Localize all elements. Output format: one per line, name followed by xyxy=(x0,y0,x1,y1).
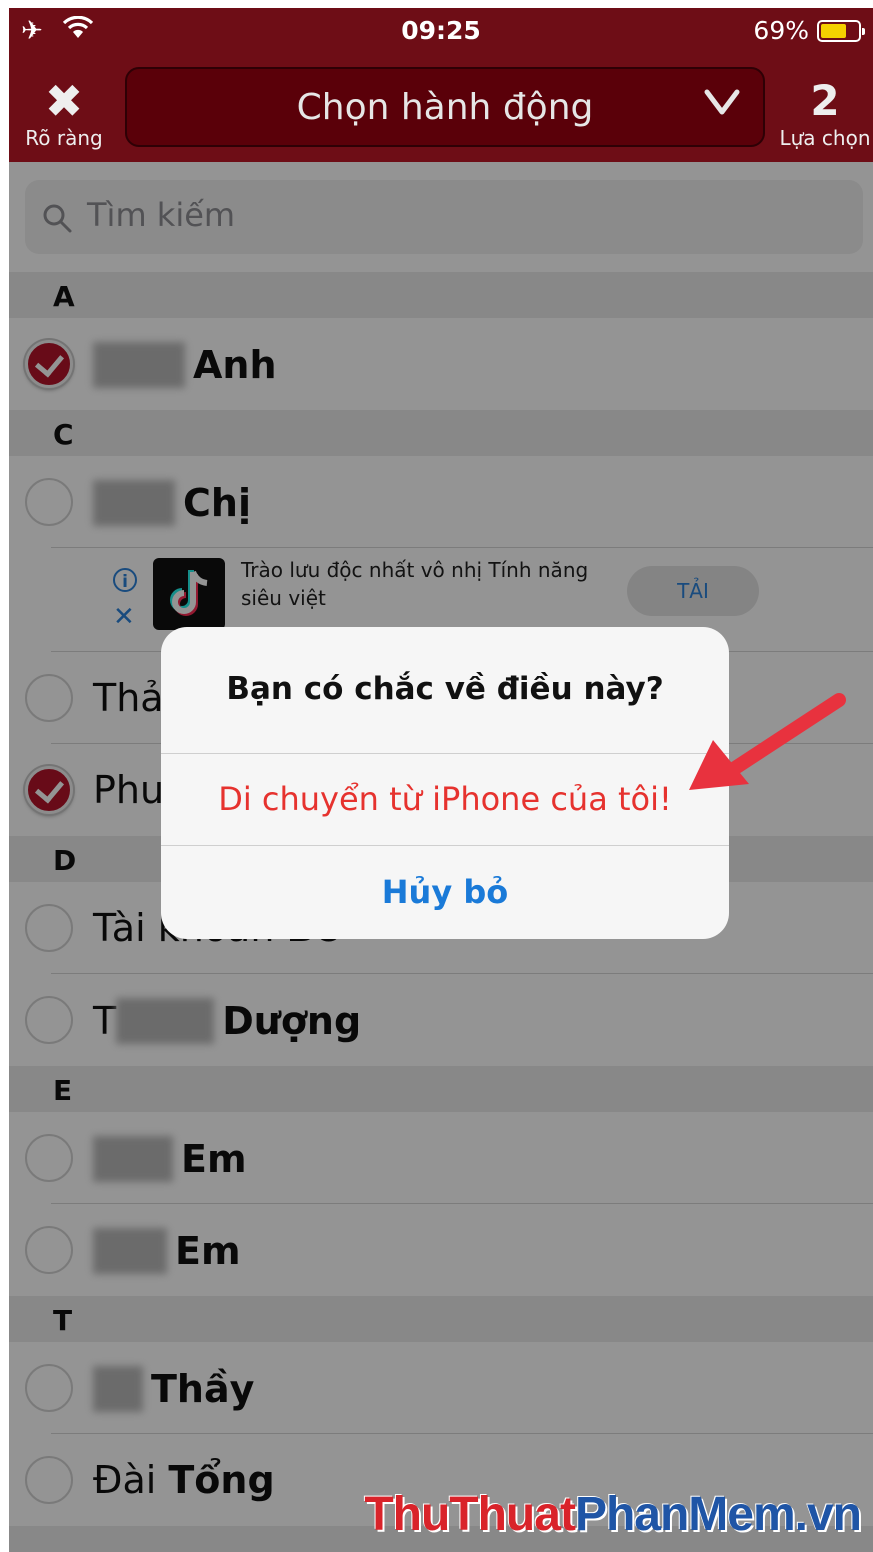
chevron-down-icon xyxy=(704,89,740,115)
close-icon: ✖ xyxy=(44,74,84,128)
battery-tip xyxy=(862,28,865,35)
status-bar: ✈ 09:25 69% xyxy=(9,8,873,56)
action-dropdown[interactable]: Chọn hành động xyxy=(125,67,765,147)
selection-label: Lựa chọn xyxy=(779,126,871,150)
dialog-title: Bạn có chắc về điều này? xyxy=(226,671,664,707)
selection-count: 2 xyxy=(810,76,840,125)
nav-bar: ✖ Rõ ràng Chọn hành động 2 Lựa chọn xyxy=(9,56,873,162)
clear-label: Rõ ràng xyxy=(25,126,103,150)
action-dropdown-title: Chọn hành động xyxy=(296,87,594,128)
confirm-dialog: Bạn có chắc về điều này? Di chuyển từ iP… xyxy=(161,627,729,939)
phone-screen: ✈ 09:25 69% ✖ Rõ ràng Chọn hành động 2 L… xyxy=(9,8,873,1552)
battery-icon xyxy=(817,20,865,42)
battery-percent: 69% xyxy=(753,16,809,45)
red-arrow-annotation xyxy=(689,693,846,790)
clear-button[interactable]: ✖ Rõ ràng xyxy=(17,78,111,162)
move-from-iphone-button[interactable]: Di chuyển từ iPhone của tôi! xyxy=(161,754,729,845)
status-time: 09:25 xyxy=(401,16,481,45)
cancel-button[interactable]: Hủy bỏ xyxy=(161,846,729,939)
selection-count-button[interactable]: 2 Lựa chọn xyxy=(777,76,873,151)
watermark: ThuThuatPhanMem.vn xyxy=(364,1488,862,1541)
battery-fill xyxy=(821,24,846,38)
